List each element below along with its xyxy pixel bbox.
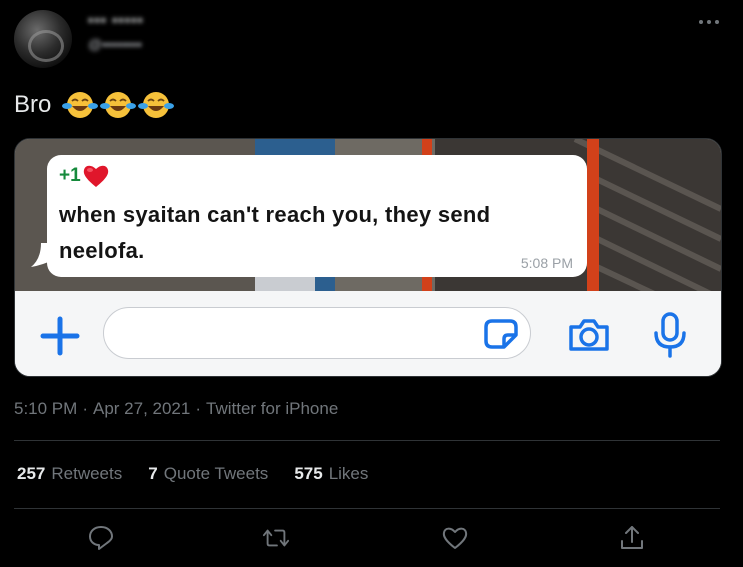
- face-with-tears-of-joy-icon: [100, 92, 137, 118]
- red-heart-icon: [83, 165, 108, 187]
- plus-icon[interactable]: [39, 315, 81, 357]
- likes-count: 575: [294, 464, 323, 483]
- face-with-tears-of-joy-icon: [62, 92, 99, 118]
- likes-stat[interactable]: 575 Likes: [294, 464, 368, 484]
- face-with-tears-of-joy-icon: [138, 92, 175, 118]
- tweet-media-image[interactable]: +1 when syaitan can't reach you, they se…: [14, 138, 722, 377]
- reply-tag: +1: [59, 163, 110, 189]
- tweet-time[interactable]: 5:10 PM: [14, 399, 77, 418]
- author-name[interactable]: ▪▪▪ ▪▪▪▪▪: [88, 12, 144, 29]
- quote-tweets-label: Quote Tweets: [163, 464, 269, 483]
- author-handle[interactable]: @▪▪▪▪▪▪▪▪: [88, 36, 142, 52]
- tweet-stats: 257 Retweets 7 Quote Tweets 575 Likes: [17, 464, 368, 484]
- quote-tweets-count: 7: [148, 464, 158, 483]
- sticker-icon[interactable]: [484, 319, 518, 349]
- message-text: when syaitan can't reach you, they send …: [59, 202, 491, 263]
- retweets-stat[interactable]: 257 Retweets: [17, 464, 122, 484]
- tweet-meta: 5:10 PM · Apr 27, 2021 · Twitter for iPhone: [14, 399, 338, 419]
- divider: [14, 440, 720, 441]
- camera-icon[interactable]: [567, 317, 611, 353]
- message-time: 5:08 PM: [520, 255, 573, 271]
- tweet-source[interactable]: Twitter for iPhone: [206, 399, 338, 418]
- whatsapp-input-bar: [15, 291, 721, 376]
- divider: [14, 508, 720, 509]
- whatsapp-message-bubble: +1 when syaitan can't reach you, they se…: [47, 155, 587, 277]
- meta-separator: ·: [82, 399, 88, 418]
- tweet-text: Bro: [14, 89, 175, 121]
- retweet-icon[interactable]: [262, 524, 290, 552]
- emoji-group: [62, 89, 175, 121]
- microphone-icon[interactable]: [651, 311, 689, 359]
- like-icon[interactable]: [441, 524, 469, 552]
- tweet-text-content: Bro: [14, 91, 52, 118]
- author-avatar[interactable]: [14, 10, 72, 68]
- message-input-field[interactable]: [103, 307, 531, 359]
- share-icon[interactable]: [618, 524, 646, 552]
- likes-label: Likes: [328, 464, 369, 483]
- quote-tweets-stat[interactable]: 7 Quote Tweets: [148, 464, 268, 484]
- meta-separator: ·: [195, 399, 202, 418]
- retweets-count: 257: [17, 464, 46, 483]
- more-options-button[interactable]: [694, 10, 724, 34]
- more-icon: [699, 20, 719, 24]
- reply-prefix: +1: [59, 165, 81, 186]
- tweet-date[interactable]: Apr 27, 2021: [93, 399, 190, 418]
- retweets-label: Retweets: [51, 464, 123, 483]
- reply-icon[interactable]: [87, 524, 115, 552]
